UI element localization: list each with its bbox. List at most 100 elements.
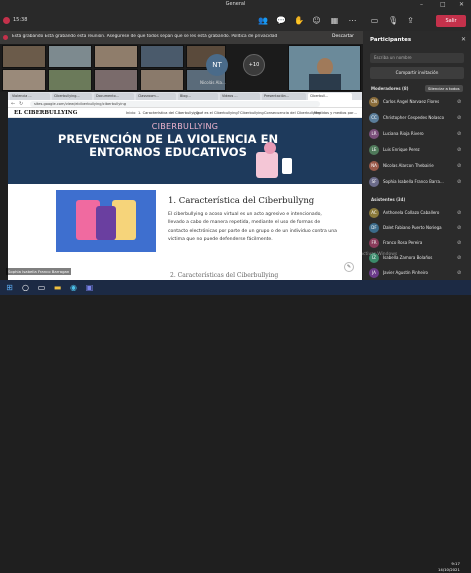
mic-muted-icon[interactable]: ⊘	[457, 240, 461, 246]
participant-name: Luis Enrique Perez	[383, 147, 420, 152]
browser-tab[interactable]: Classroom...	[136, 93, 176, 100]
nav-link[interactable]: Inicio	[126, 111, 136, 115]
minimize-icon[interactable]: –	[420, 1, 423, 8]
search-icon[interactable]: ○	[20, 282, 31, 293]
section-title: 1. Característica del Ciberbullyng	[168, 196, 315, 206]
browser-icon[interactable]: ◉	[68, 282, 79, 293]
activation-watermark: Activar Windows	[360, 252, 397, 257]
participant-row[interactable]: LR Luciana Rioja Rivero ⊘	[367, 128, 469, 140]
browser-tab[interactable]: Videos ...	[220, 93, 260, 100]
mic-muted-icon[interactable]: ⊘	[457, 270, 461, 276]
nav-link[interactable]: 1. Característica del Ciberbullying	[138, 111, 199, 115]
share-icon[interactable]: ⇪	[406, 16, 415, 25]
dismiss-button[interactable]: Descartar	[332, 34, 354, 39]
nav-link[interactable]: Ciberbullying	[240, 111, 264, 115]
overflow-count[interactable]: +10	[243, 54, 265, 76]
window-title: General	[225, 1, 246, 7]
browser-tab[interactable]: Blog...	[178, 93, 218, 100]
hero-banner: CIBERBULLYING PREVENCIÓN DE LA VIOLENCIA…	[8, 118, 362, 184]
edit-icon[interactable]: ✎	[344, 262, 354, 272]
avatar: DF	[369, 223, 379, 233]
nav-link[interactable]: Medidas y medios para combate...	[314, 111, 358, 115]
avatar: LR	[369, 129, 379, 139]
video-tile[interactable]	[140, 69, 184, 91]
video-tile[interactable]	[48, 69, 92, 91]
close-icon[interactable]: ✕	[459, 1, 464, 8]
phone-illustration	[282, 158, 292, 174]
site-brand[interactable]: EL CIBERBULLYING	[14, 110, 77, 116]
participant-row[interactable]: LE Luis Enrique Perez ⊘	[367, 144, 469, 156]
url-input[interactable]: sites.google.com/view/elciberbullying/ci…	[30, 101, 320, 107]
video-tile[interactable]	[140, 45, 184, 68]
section-paragraph: El ciberbullying o acoso virtual es un a…	[168, 212, 337, 243]
participant-row[interactable]: CN Carlos Angel Narvaez Flores ⊘	[367, 96, 469, 108]
browser-tab[interactable]: Presentación...	[262, 93, 306, 100]
clock-date: 14/10/2021	[438, 567, 460, 572]
share-invite-label: Compartir invitación	[395, 70, 439, 75]
close-icon[interactable]: ✕	[461, 36, 466, 43]
mic-icon[interactable]: 🎙	[388, 16, 398, 25]
participant-name: Nicolas Alarcon Thebairie	[383, 163, 434, 168]
rooms-icon[interactable]: ▦	[330, 16, 339, 25]
file-explorer-icon[interactable]: ▬	[52, 282, 63, 293]
share-invite-button[interactable]: Compartir invitación	[370, 67, 464, 79]
search-input[interactable]: Escriba un nombre	[370, 53, 464, 63]
mic-muted-icon[interactable]: ⊘	[457, 115, 461, 121]
participant-name: Nicolás Ala...	[200, 80, 226, 85]
participant-row[interactable]: CC Christopher Cespedes Nolasco ⊘	[367, 112, 469, 124]
maximize-icon[interactable]: □	[440, 1, 446, 8]
browser-tab[interactable]: Ciberbullying...	[52, 93, 92, 100]
video-tile[interactable]	[48, 45, 92, 68]
mic-muted-icon[interactable]: ⊘	[457, 99, 461, 105]
avatar: JA	[369, 268, 379, 278]
article: 1. Característica del Ciberbullyng El ci…	[8, 184, 362, 280]
video-tile[interactable]	[2, 69, 46, 91]
avatar[interactable]: NT	[206, 54, 228, 76]
meeting-timer: 15:38	[13, 17, 28, 23]
mic-muted-icon[interactable]: ⊘	[457, 179, 461, 185]
site-nav: EL CIBERBULLYING Inicio 1. Característic…	[8, 108, 362, 118]
raise-hand-icon[interactable]: ✋	[294, 16, 304, 25]
mute-all-button[interactable]: Silenciar a todos	[425, 85, 463, 92]
mic-muted-icon[interactable]: ⊘	[457, 131, 461, 137]
people-icon[interactable]: 👥	[258, 16, 268, 25]
hero-illustration-head	[264, 142, 276, 154]
browser-tab-active[interactable]: Ciberbull...	[308, 93, 352, 100]
participant-row[interactable]: DF Dalet Fabiano Puerto Noriega ⊘	[367, 222, 469, 234]
video-tile[interactable]	[288, 45, 361, 91]
video-tile[interactable]	[2, 45, 46, 68]
hero-kicker: CIBERBULLYING	[151, 122, 219, 131]
task-view-icon[interactable]: ▭	[36, 282, 47, 293]
windows-start-icon[interactable]: ⊞	[4, 282, 15, 293]
participant-row[interactable]: FR Franco Rosa Pereira ⊘	[367, 237, 469, 249]
leave-button[interactable]: Salir	[436, 15, 466, 27]
teams-icon[interactable]: ▣	[84, 282, 95, 293]
mic-muted-icon[interactable]: ⊘	[457, 163, 461, 169]
article-image	[56, 190, 156, 252]
video-tile[interactable]	[94, 69, 138, 91]
mic-muted-icon[interactable]: ⊘	[457, 255, 461, 261]
more-icon[interactable]: ⋯	[348, 16, 357, 25]
participant-row[interactable]: SF Sophia Isabella Franco Barra... ⊘	[367, 176, 469, 188]
attendees-header[interactable]: Asistentes (34)	[371, 197, 405, 202]
person-illustration	[96, 206, 116, 240]
browser-tab[interactable]: Documento...	[94, 93, 134, 100]
participant-row[interactable]: NA Nicolas Alarcon Thebairie ⊘	[367, 160, 469, 172]
back-icon[interactable]: ←	[11, 101, 15, 107]
video-tile[interactable]	[94, 45, 138, 68]
mic-muted-icon[interactable]: ⊘	[457, 225, 461, 231]
avatar: AC	[369, 208, 379, 218]
participant-row[interactable]: JA Javier Agustín Pinheiro ⊘	[367, 267, 469, 279]
nav-link[interactable]: ¿Qué es el Ciberbullying?	[194, 111, 240, 115]
reload-icon[interactable]: ↻	[19, 101, 23, 107]
mic-muted-icon[interactable]: ⊘	[457, 210, 461, 216]
participant-row[interactable]: AC Anthonela Collazo Caballero ⊘	[367, 207, 469, 219]
browser-tab[interactable]: Violencia ...	[10, 93, 50, 100]
chat-icon[interactable]: 💬	[276, 16, 286, 25]
camera-icon[interactable]: ▭	[370, 16, 379, 25]
presenters-header[interactable]: Moderadores (8)	[371, 86, 409, 91]
reactions-icon[interactable]: ☺	[312, 16, 321, 25]
nav-link[interactable]: Consecuencia del Ciberbullying	[264, 111, 320, 115]
mic-muted-icon[interactable]: ⊘	[457, 147, 461, 153]
participant-name: Javier Agustín Pinheiro	[383, 270, 428, 275]
